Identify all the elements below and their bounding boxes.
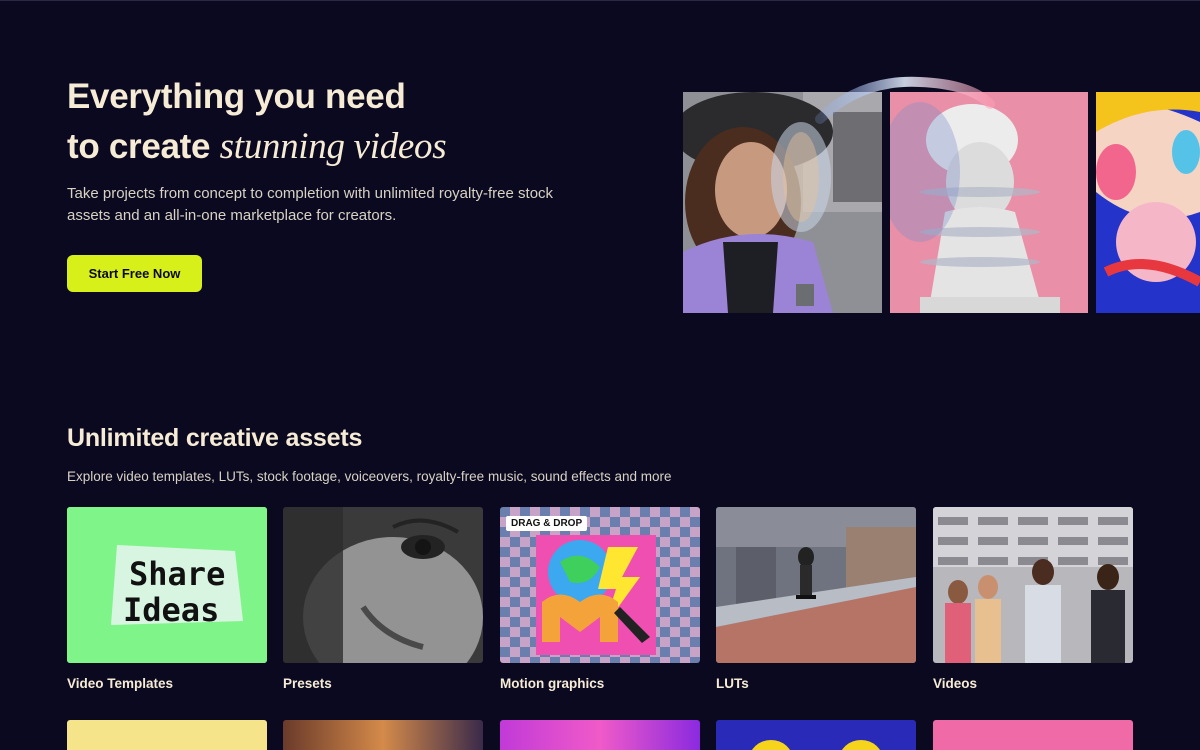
hero-image-abstract bbox=[1096, 92, 1200, 313]
section-subtitle: Explore video templates, LUTs, stock foo… bbox=[67, 469, 672, 484]
video-templates-thumbnail: Share Ideas bbox=[67, 507, 267, 663]
card-row2-3[interactable] bbox=[500, 720, 700, 750]
start-free-button[interactable]: Start Free Now bbox=[67, 255, 202, 292]
share-text: Share Ideas bbox=[123, 555, 225, 629]
card-row2-5[interactable] bbox=[933, 720, 1133, 750]
card-video-templates[interactable]: Share Ideas Video Templates bbox=[67, 507, 267, 691]
top-divider bbox=[0, 0, 1200, 1]
hero-title-emphasis: stunning videos bbox=[219, 126, 447, 167]
card-label: Video Templates bbox=[67, 676, 174, 691]
hero-title-line1: Everything you need bbox=[67, 77, 406, 116]
luts-thumbnail bbox=[716, 507, 916, 663]
drag-drop-badge: DRAG & DROP bbox=[506, 516, 588, 531]
hero-title: Everything you need to create stunning v… bbox=[67, 72, 627, 172]
card-row2-1[interactable] bbox=[67, 720, 267, 750]
card-row2-2[interactable] bbox=[283, 720, 483, 750]
videos-thumbnail bbox=[933, 507, 1133, 663]
presets-thumbnail bbox=[283, 507, 483, 663]
card-label: LUTs bbox=[716, 676, 749, 691]
hero-image-statue bbox=[890, 92, 1088, 313]
card-row2-4[interactable] bbox=[716, 720, 916, 750]
row2-4-art bbox=[751, 740, 881, 750]
hero-image-person bbox=[683, 92, 882, 313]
hero-title-line2: to create stunning videos bbox=[67, 122, 627, 172]
card-luts[interactable]: LUTs bbox=[716, 507, 916, 691]
card-label: Videos bbox=[933, 676, 978, 691]
motion-graphics-thumbnail: DRAG & DROP bbox=[500, 507, 700, 663]
hero-description: Take projects from concept to completion… bbox=[67, 185, 554, 224]
card-presets[interactable]: Presets bbox=[283, 507, 483, 691]
card-motion-graphics[interactable]: DRAG & DROP Motion graphics bbox=[500, 507, 700, 691]
card-videos[interactable]: Videos bbox=[933, 507, 1133, 691]
hero-title-line2-prefix: to create bbox=[67, 127, 220, 166]
card-label: Motion graphics bbox=[500, 676, 605, 691]
card-label: Presets bbox=[283, 676, 332, 691]
section-title: Unlimited creative assets bbox=[67, 424, 363, 452]
